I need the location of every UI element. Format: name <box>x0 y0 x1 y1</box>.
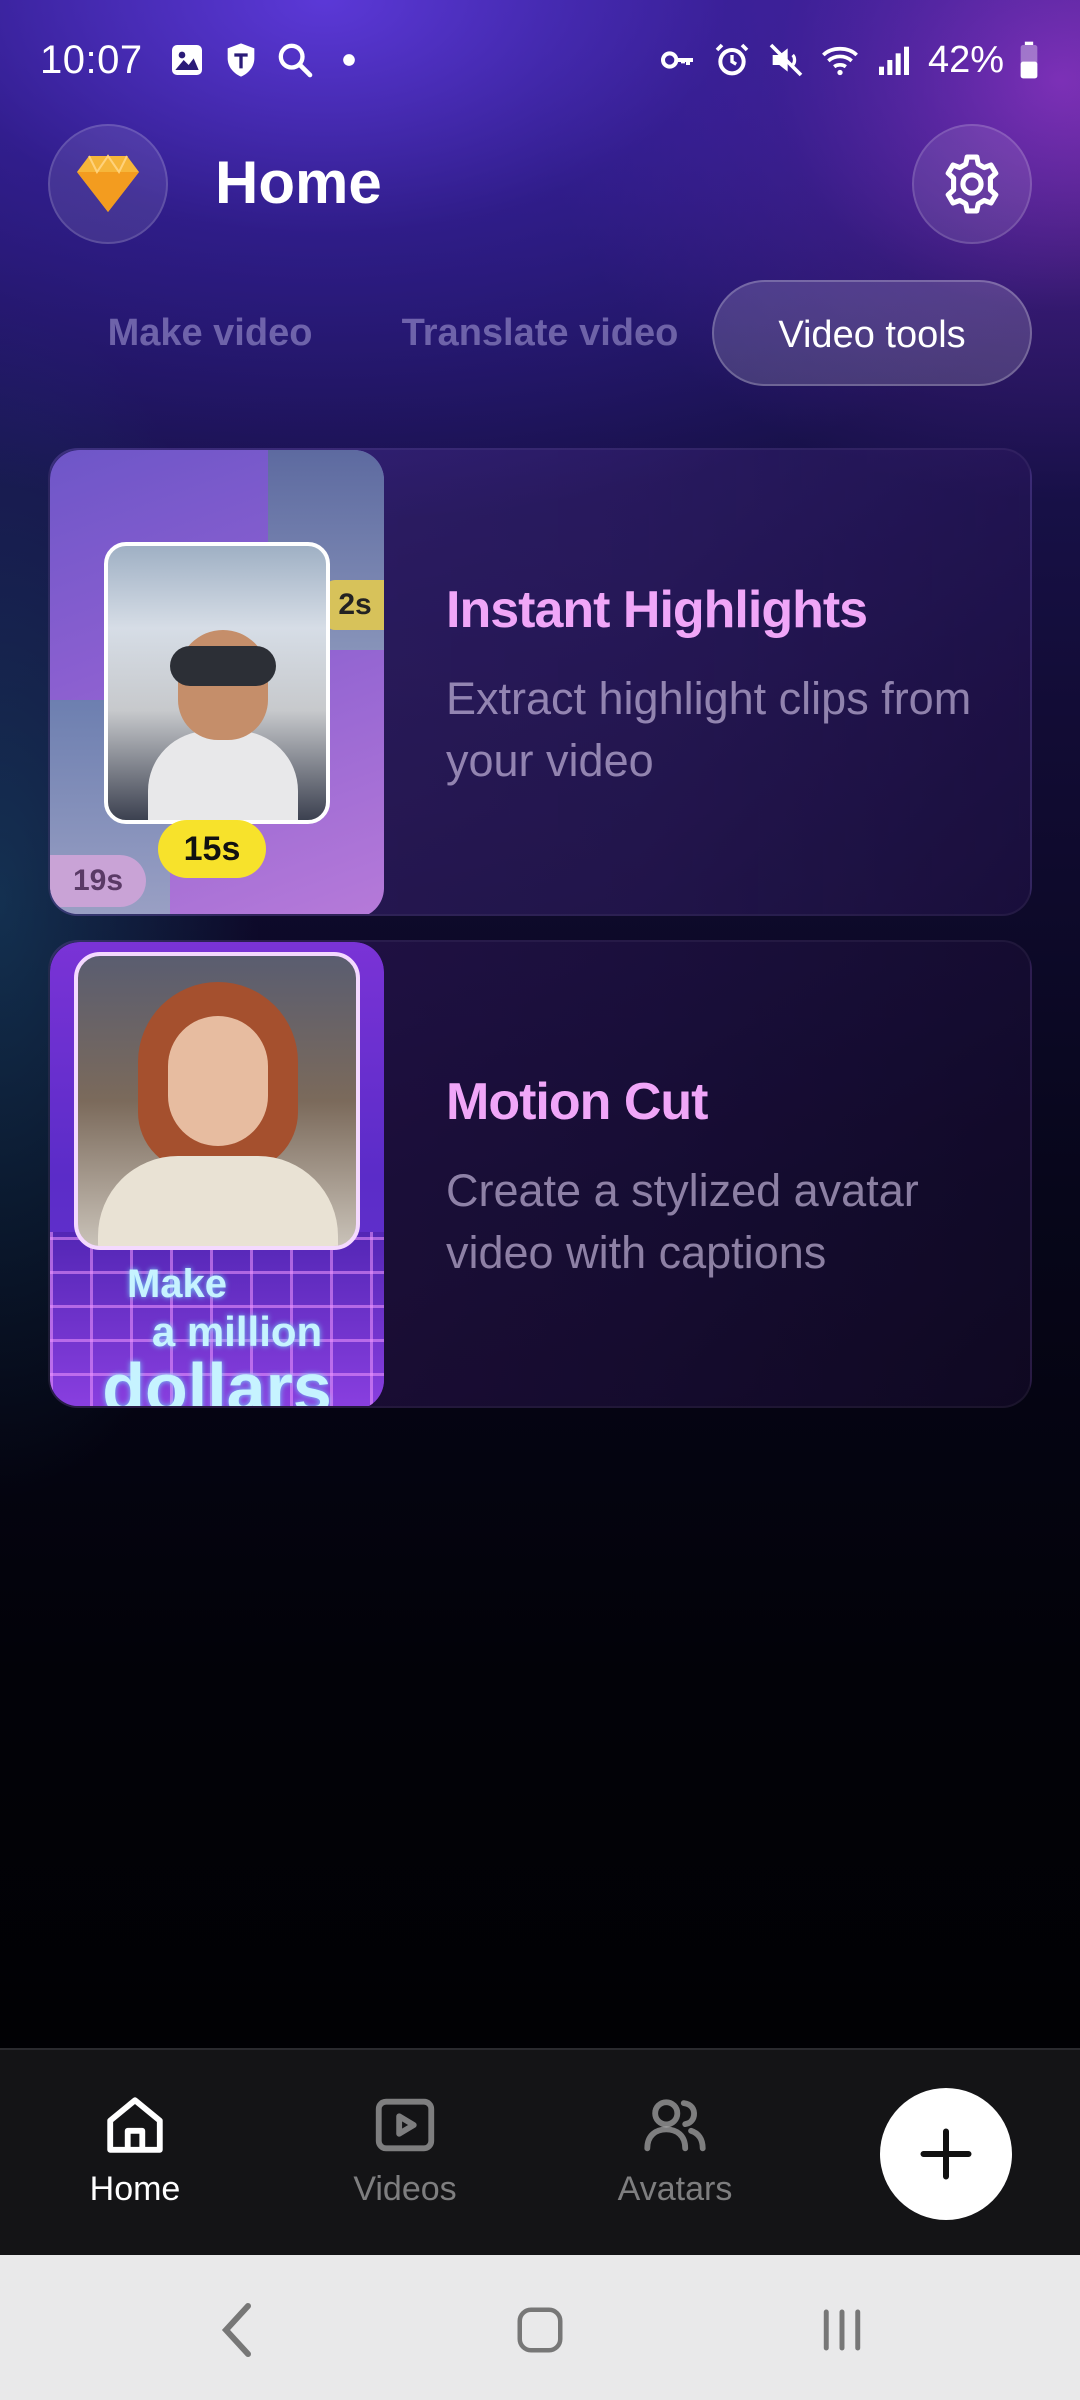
header: Home <box>0 120 1080 250</box>
bottom-nav: Home Videos Avatars <box>0 2048 1080 2255</box>
shield-t-icon <box>227 43 254 77</box>
tab-bar: Make video Translate video Video tools <box>0 280 1080 390</box>
avatar-photo <box>74 952 360 1250</box>
status-time: 10:07 <box>40 37 143 82</box>
gallery-icon <box>171 45 202 75</box>
premium-button[interactable] <box>48 124 168 244</box>
card-title: Motion Cut <box>446 1073 708 1131</box>
instant-highlights-thumbnail: 2s 19s 15s <box>50 450 384 914</box>
battery-icon <box>1020 41 1038 79</box>
mute-icon <box>769 43 803 77</box>
motion-cut-thumbnail: Make a million dollars <box>50 942 384 1408</box>
plus-icon <box>920 2128 972 2180</box>
create-button[interactable] <box>880 2088 1012 2220</box>
battery-percent: 42% <box>927 38 1004 81</box>
highlight-photo <box>104 542 330 824</box>
instant-highlights-card[interactable]: 2s 19s 15s Instant Highlights Extract hi… <box>48 448 1032 916</box>
system-home-button[interactable] <box>500 2295 580 2365</box>
tab-make-video[interactable]: Make video <box>70 280 350 386</box>
home-square-icon <box>517 2307 563 2353</box>
system-back-button[interactable] <box>198 2295 278 2365</box>
duration-badge: 15s <box>158 820 266 878</box>
thumbnail-caption: Make a million dollars <box>102 1262 332 1408</box>
tab-translate-video[interactable]: Translate video <box>390 280 690 386</box>
card-title: Instant Highlights <box>446 581 868 639</box>
alarm-icon <box>715 43 749 76</box>
system-nav-bar <box>0 2255 1080 2400</box>
play-square-icon <box>375 2098 435 2152</box>
dot-icon <box>342 54 355 66</box>
status-bar: 10:07 42% <box>0 0 1080 120</box>
duration-badge: 2s <box>325 580 384 630</box>
nav-home[interactable]: Home <box>35 2090 235 2209</box>
wifi-icon <box>821 46 858 76</box>
motion-cut-card[interactable]: Make a million dollars Motion Cut Create… <box>48 940 1032 1408</box>
key-icon <box>660 51 693 69</box>
system-recents-button[interactable] <box>802 2295 882 2365</box>
settings-button[interactable] <box>912 124 1032 244</box>
nav-avatars[interactable]: Avatars <box>575 2090 775 2209</box>
card-description: Extract highlight clips from your video <box>446 673 972 786</box>
gear-icon <box>945 154 999 214</box>
signal-icon <box>878 46 909 75</box>
home-icon <box>107 2097 163 2153</box>
search-icon <box>278 43 312 78</box>
nav-videos[interactable]: Videos <box>305 2090 505 2209</box>
diamond-icon <box>77 154 139 212</box>
back-chevron-icon <box>221 2303 251 2357</box>
card-description: Create a stylized avatar video with capt… <box>446 1165 919 1278</box>
recents-icon <box>823 2309 861 2351</box>
tab-video-tools[interactable]: Video tools <box>712 280 1032 386</box>
page-title: Home <box>215 149 382 216</box>
people-icon <box>644 2099 706 2152</box>
duration-badge: 19s <box>50 855 146 907</box>
